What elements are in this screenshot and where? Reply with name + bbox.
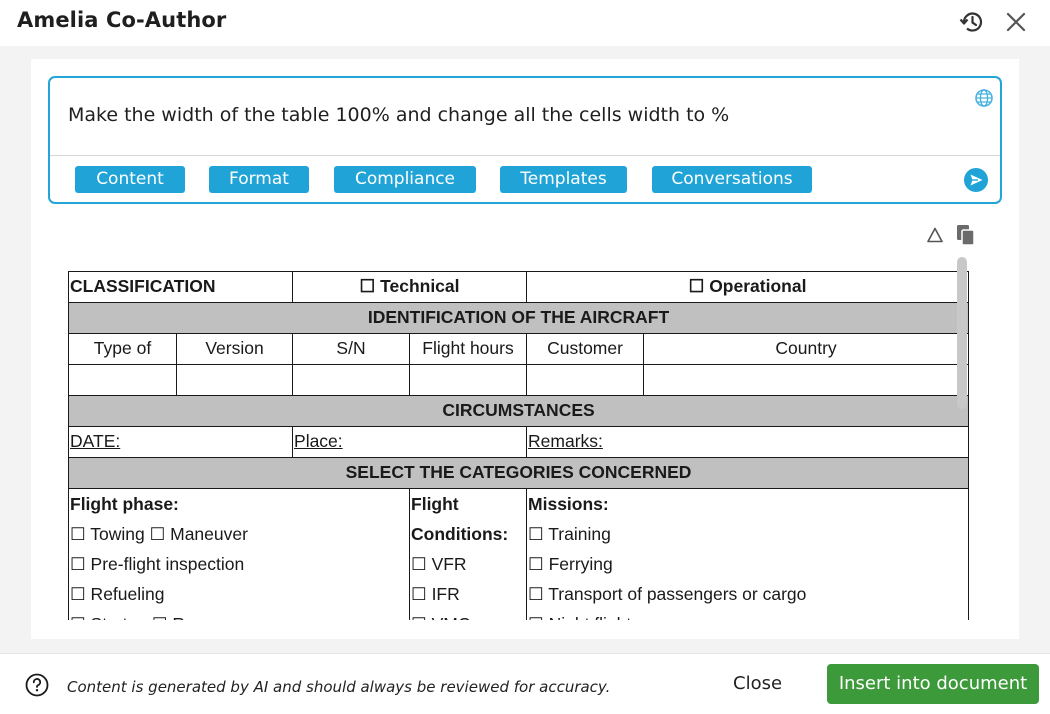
ai-disclaimer: Content is generated by AI and should al… [67,678,611,696]
date-label[interactable]: DATE: [68,426,294,458]
col-country: Country [643,333,970,365]
chip-compliance[interactable]: Compliance [334,166,476,193]
identification-header: IDENTIFICATION OF THE AIRCRAFT [68,302,970,334]
close-button[interactable]: Close [733,673,782,694]
chip-conversations[interactable]: Conversations [652,166,812,193]
flight-phase-option[interactable]: ☐ Refueling [70,579,408,609]
document-preview[interactable]: CLASSIFICATION ☐ Technical ☐ Operational… [68,271,970,620]
incident-report-table: CLASSIFICATION ☐ Technical ☐ Operational… [68,271,970,620]
circumstances-header: CIRCUMSTANCES [68,395,970,427]
mission-option[interactable]: ☐ Transport of passengers or cargo [528,579,967,609]
flight-condition-option[interactable]: ☐ VFR [411,549,525,579]
chip-format[interactable]: Format [209,166,309,193]
col-type-of: Type of [68,333,177,365]
mission-option[interactable]: ☐ Training [528,519,967,549]
send-icon[interactable] [963,167,989,193]
dialog-footer: Content is generated by AI and should al… [0,653,1050,714]
flight-conditions-cell: Flight Conditions: ☐ VFR ☐ IFR ☐ VMC [409,488,528,620]
flight-conditions-title: Flight [411,494,459,514]
missions-title: Missions: [528,494,609,514]
globe-icon[interactable] [974,88,994,108]
chip-content[interactable]: Content [75,166,185,193]
mission-option[interactable]: ☐ Ferrying [528,549,967,579]
flight-conditions-title-line2: Conditions: [411,524,509,544]
flight-condition-option[interactable]: ☐ VMC [411,609,525,620]
place-label[interactable]: Place: [292,426,528,458]
flight-phase-option[interactable]: ☐ Towing ☐ Maneuver [70,519,408,549]
co-author-dialog: Amelia Co-Author Make the width of the t… [0,0,1050,714]
col-version: Version [175,333,294,365]
cell-sn[interactable] [292,364,411,396]
mission-option[interactable]: ☐ Night flight [528,609,967,620]
missions-cell: Missions: ☐ Training ☐ Ferrying ☐ Transp… [526,488,970,620]
categories-header: SELECT THE CATEGORIES CONCERNED [68,457,970,489]
cell-country[interactable] [643,364,970,396]
cell-version[interactable] [175,364,294,396]
close-icon[interactable] [1003,9,1029,35]
operational-checkbox[interactable]: ☐ Operational [526,271,970,303]
prompt-box[interactable]: Make the width of the table 100% and cha… [48,76,1002,204]
prompt-input[interactable]: Make the width of the table 100% and cha… [68,104,729,126]
technical-checkbox[interactable]: ☐ Technical [292,271,528,303]
copy-icon[interactable] [955,223,977,247]
content-panel: Make the width of the table 100% and cha… [31,59,1019,639]
flight-phase-cell: Flight phase: ☐ Towing ☐ Maneuver ☐ Pre-… [68,488,411,620]
flight-phase-option[interactable]: ☐ Pre-flight inspection [70,549,408,579]
flight-condition-option[interactable]: ☐ IFR [411,579,525,609]
title-bar: Amelia Co-Author [0,0,1050,46]
classification-label: CLASSIFICATION [68,271,294,303]
chip-templates[interactable]: Templates [500,166,627,193]
dialog-title: Amelia Co-Author [17,8,227,32]
remarks-label[interactable]: Remarks: [526,426,970,458]
history-icon[interactable] [958,9,986,35]
scrollbar[interactable] [957,257,967,409]
cell-flight-hours[interactable] [409,364,528,396]
cell-type-of[interactable] [68,364,177,396]
col-customer: Customer [526,333,645,365]
col-sn: S/N [292,333,411,365]
help-icon[interactable] [25,673,49,697]
insert-into-document-button[interactable]: Insert into document [827,664,1039,704]
flight-phase-title: Flight phase: [70,494,179,514]
cell-customer[interactable] [526,364,645,396]
flight-phase-option[interactable]: ☐ Startup ☐ Run-up [70,609,408,620]
dialog-body: Make the width of the table 100% and cha… [0,46,1050,653]
triangle-icon[interactable] [926,226,944,244]
col-flight-hours: Flight hours [409,333,528,365]
prompt-divider [50,155,1000,156]
